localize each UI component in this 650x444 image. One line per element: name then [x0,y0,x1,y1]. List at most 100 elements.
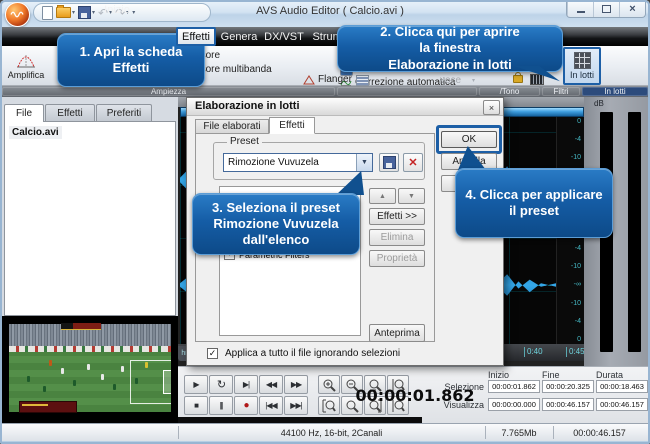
vibrato-icon[interactable] [356,75,369,86]
effects-menu-button[interactable]: Effetti >> [369,208,425,225]
properties-button[interactable]: Proprietà [369,250,425,267]
callout-step2: 2. Clicca qui per aprire la finestra Ela… [337,25,563,72]
open-file-button[interactable]: ▾ [56,7,75,18]
save-preset-icon [383,156,396,169]
status-duration: 00:00:46.157 [553,428,646,438]
caption-filtri: Filtri [542,87,580,96]
go-to-end-button[interactable]: ▶▶| [284,396,308,415]
panel-tab-file[interactable]: File [4,104,44,122]
pause-button[interactable]: || [209,396,233,415]
in-lotti-button[interactable]: In lotti [563,47,601,85]
caption-in-lotti: In lotti [582,87,648,96]
dialog-tab-effetti[interactable]: Effetti [269,117,315,134]
caption-middle [337,87,477,96]
tab-genera[interactable]: Genera [218,29,260,44]
level-meter-right [628,112,641,352]
callout-step3: 3. Seleziona il preset Rimozione Vuvuzel… [192,193,360,255]
close-icon: × [629,3,635,15]
score-overlay-bottom [19,401,77,413]
combo-arrow-icon[interactable]: ▼ [356,154,372,171]
selection-end-field[interactable]: 00:00:20.325 [542,380,594,393]
record-button[interactable]: ● [234,396,258,415]
view-duration-field[interactable]: 00:00:46.157 [596,398,648,411]
selection-header-fine: Fine [542,370,560,380]
save-preset-button[interactable] [379,153,399,172]
panel-tab-effetti[interactable]: Effetti [45,104,95,121]
timeline-tick: 0:40 [524,347,543,357]
zoom-selection-start-button[interactable] [318,396,340,415]
stop-button[interactable]: ■ [184,396,208,415]
close-button[interactable]: × [619,0,645,17]
save-button[interactable]: ▾ [78,6,95,19]
preset-value: Rimozione Vuvuzela [224,157,356,168]
tab-inizio[interactable]: Inizio [96,2,138,17]
callout-step4: 4. Clicca per applicare il preset [455,168,613,238]
minimize-icon [577,8,585,13]
dialog-tab-file-elaborati[interactable]: File elaborati [195,119,269,134]
selection-duration-field[interactable]: 00:00:18.463 [596,380,648,393]
amplifica-button[interactable]: Amplifica [6,48,46,84]
zoom-in-icon [322,378,336,392]
file-list-item[interactable]: Calcio.avi [9,126,62,139]
db-label: dB [594,99,604,108]
amplify-icon [15,53,37,69]
selection-header-durata: Durata [596,370,623,380]
view-row-label: Visualizza [420,400,484,410]
restore-button[interactable] [593,0,619,17]
tab-dxvst[interactable]: DX/VST [262,29,306,44]
preview-button[interactable]: Anteprima [369,324,425,342]
flanger-button[interactable]: Flanger [303,74,352,85]
goal [163,370,171,394]
loop-button[interactable]: ↻ [209,375,233,394]
move-up-button[interactable]: ▲ [369,188,396,204]
stop-icon: ■ [194,401,198,410]
app-window: ▾ ▾ ↶▾ ↷▾ ▾ AVS Audio Editor ( Calcio.av… [0,0,650,444]
flanger-icon [303,75,315,85]
dialog-close-button[interactable]: × [483,100,500,115]
forward-button[interactable]: ▶▶ [284,375,308,394]
delete-effect-button[interactable]: Elimina [369,229,425,246]
go-to-start-icon: |◀◀ [265,401,276,410]
delete-preset-icon: ✕ [408,156,417,169]
rewind-button[interactable]: ◀◀ [259,375,283,394]
dialog-title-bar[interactable]: Elaborazione in lotti × [187,98,503,116]
restore-icon [602,5,611,13]
panel-tab-preferiti[interactable]: Preferiti [96,104,152,121]
pause-icon: || [220,401,222,410]
dialog-close-icon: × [489,103,494,113]
selection-header-inizio: Inizio [488,370,509,380]
status-filesize: 7.765Mb [485,428,553,438]
forward-icon: ▶▶ [291,380,301,389]
play-icon: ▶ [193,380,198,389]
play-to-end-icon: ▶| [243,380,249,389]
lock-icon[interactable] [513,75,523,83]
voce-caret-icon: ▾ [472,78,475,84]
window-controls: × [566,0,646,18]
go-to-start-button[interactable]: |◀◀ [259,396,283,415]
status-format: 44100 Hz, 16-bit, 2Canali [178,428,485,438]
new-file-button[interactable] [42,6,53,20]
minimize-button[interactable] [567,0,593,17]
ok-button[interactable]: OK [441,131,497,148]
zoom-in-button[interactable] [318,375,340,394]
file-list[interactable]: Calcio.avi [4,121,176,316]
voce-dropdown[interactable]: voce [440,75,461,86]
view-start-field[interactable]: 00:00:00.000 [488,398,540,411]
spectrum-icon[interactable] [530,74,544,85]
view-end-field[interactable]: 00:00:46.157 [542,398,594,411]
selection-start-field[interactable]: 00:00:01.862 [488,380,540,393]
transport-panel: ▶ ↻ ▶| ◀◀ ▶▶ ■ || ● |◀◀ ▶▶| 00:00:01.862… [178,366,650,423]
caption-tono: /Tono [479,87,540,96]
caption-ampiezza: Ampiezza [2,87,335,96]
avs-logo-icon[interactable] [5,2,30,27]
preset-label: Preset [227,136,262,147]
apply-whole-file-checkbox[interactable] [207,348,218,359]
batch-grid-icon [574,52,591,69]
play-button[interactable]: ▶ [184,375,208,394]
preset-combobox[interactable]: Rimozione Vuvuzela ▼ [223,153,373,172]
down-arrow-icon: ▼ [408,193,415,200]
play-to-end-button[interactable]: ▶| [234,375,258,394]
tab-effetti[interactable]: Effetti [176,27,216,46]
delete-preset-button[interactable]: ✕ [403,153,423,172]
move-down-button[interactable]: ▼ [398,188,425,204]
